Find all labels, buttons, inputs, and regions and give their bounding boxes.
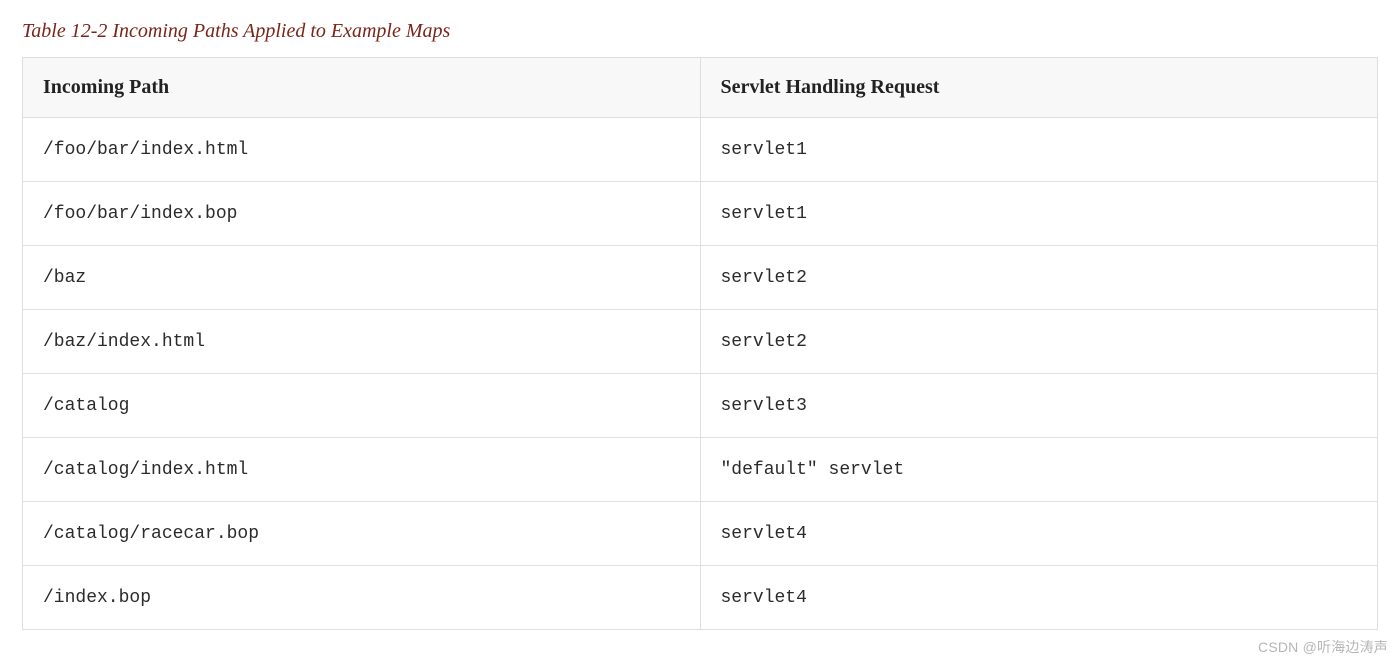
- cell-path: /catalog/racecar.bop: [23, 502, 701, 566]
- cell-path: /baz/index.html: [23, 310, 701, 374]
- cell-servlet: servlet4: [700, 566, 1378, 630]
- cell-path: /catalog: [23, 374, 701, 438]
- cell-path: /catalog/index.html: [23, 438, 701, 502]
- cell-path: /foo/bar/index.html: [23, 118, 701, 182]
- table-row: /index.bop servlet4: [23, 566, 1378, 630]
- cell-servlet: servlet1: [700, 182, 1378, 246]
- cell-path: /foo/bar/index.bop: [23, 182, 701, 246]
- header-servlet: Servlet Handling Request: [700, 58, 1378, 118]
- cell-servlet: servlet2: [700, 246, 1378, 310]
- cell-servlet: servlet1: [700, 118, 1378, 182]
- mapping-table: Incoming Path Servlet Handling Request /…: [22, 57, 1378, 630]
- table-row: /catalog/racecar.bop servlet4: [23, 502, 1378, 566]
- header-incoming-path: Incoming Path: [23, 58, 701, 118]
- cell-path: /index.bop: [23, 566, 701, 630]
- watermark-text: CSDN @听海边涛声: [1258, 637, 1388, 657]
- cell-servlet: servlet3: [700, 374, 1378, 438]
- cell-servlet: servlet4: [700, 502, 1378, 566]
- table-row: /catalog servlet3: [23, 374, 1378, 438]
- cell-path: /baz: [23, 246, 701, 310]
- table-row: /foo/bar/index.bop servlet1: [23, 182, 1378, 246]
- table-header-row: Incoming Path Servlet Handling Request: [23, 58, 1378, 118]
- cell-servlet: "default" servlet: [700, 438, 1378, 502]
- cell-servlet: servlet2: [700, 310, 1378, 374]
- table-row: /baz servlet2: [23, 246, 1378, 310]
- table-row: /foo/bar/index.html servlet1: [23, 118, 1378, 182]
- table-caption: Table 12-2 Incoming Paths Applied to Exa…: [22, 20, 1378, 43]
- table-row: /catalog/index.html "default" servlet: [23, 438, 1378, 502]
- table-row: /baz/index.html servlet2: [23, 310, 1378, 374]
